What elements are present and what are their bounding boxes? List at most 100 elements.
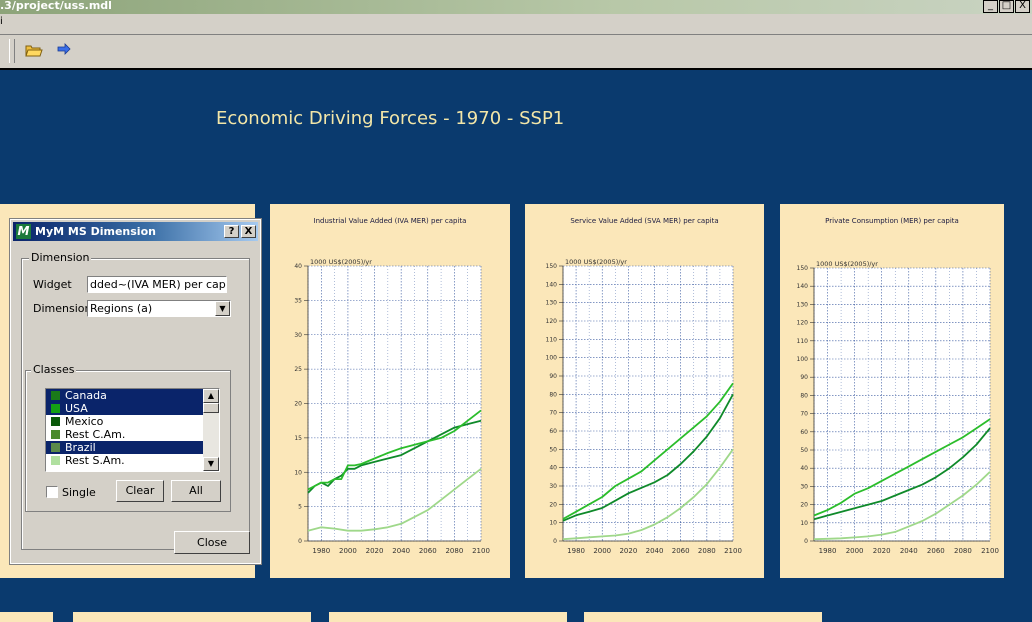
help-button[interactable]: ? <box>224 225 239 238</box>
dimension-select[interactable]: Regions (a) ▼ <box>87 300 231 317</box>
y-tick-label: 50 <box>800 447 808 454</box>
dimension-group-label: Dimension <box>29 251 92 264</box>
y-axis-label: 1000 US$(2005)/yr <box>816 260 878 268</box>
y-tick-label: 70 <box>800 411 808 418</box>
class-item[interactable]: Canada <box>46 389 219 402</box>
x-tick-label: 1980 <box>819 547 837 555</box>
chart-title: Industrial Value Added (IVA MER) per cap… <box>314 217 467 225</box>
y-tick-label: 90 <box>800 374 808 381</box>
maximize-button[interactable]: □ <box>999 0 1014 13</box>
chevron-down-icon[interactable]: ▼ <box>215 301 230 316</box>
class-item[interactable]: Rest C.Am. <box>46 428 219 441</box>
classes-group-label: Classes <box>31 363 77 376</box>
scroll-up-icon[interactable]: ▲ <box>203 389 219 403</box>
widget-label: Widget <box>33 278 72 291</box>
y-tick-label: 35 <box>294 297 302 304</box>
y-tick-label: 100 <box>546 355 558 362</box>
class-color-swatch <box>51 456 60 465</box>
chart-title: Private Consumption (MER) per capita <box>825 217 959 225</box>
chart-iva-svg: Industrial Value Added (IVA MER) per cap… <box>294 217 490 555</box>
x-tick-label: 2080 <box>445 547 463 555</box>
y-tick-label: 120 <box>546 318 558 325</box>
minimize-button[interactable]: _ <box>983 0 998 13</box>
clear-button[interactable]: Clear <box>116 480 164 502</box>
class-item[interactable]: Brazil <box>46 441 219 454</box>
class-color-swatch <box>51 430 60 439</box>
class-item[interactable]: Rest S.Am. <box>46 454 219 467</box>
x-tick-label: 1980 <box>567 547 585 555</box>
class-color-swatch <box>51 404 60 413</box>
dialog-title-bar[interactable]: M MyM MS Dimension ? X <box>13 222 258 241</box>
panel-stub-3 <box>329 612 567 622</box>
y-tick-label: 140 <box>797 283 809 290</box>
y-tick-label: 140 <box>546 281 558 288</box>
class-color-swatch <box>51 417 60 426</box>
dimension-dialog: M MyM MS Dimension ? X Dimension Widget … <box>9 218 262 565</box>
window-controls: _ □ X <box>983 0 1030 13</box>
class-color-swatch <box>51 391 60 400</box>
y-tick-label: 20 <box>549 501 557 508</box>
widget-field[interactable]: dded~(IVA MER) per capita <box>87 276 227 293</box>
y-tick-label: 40 <box>294 263 302 270</box>
x-tick-label: 2100 <box>472 547 490 555</box>
panel-stub-4 <box>584 612 822 622</box>
class-color-swatch <box>51 443 60 452</box>
y-tick-label: 25 <box>294 366 302 373</box>
dialog-close-x-button[interactable]: X <box>241 225 256 238</box>
y-axis-label: 1000 US$(2005)/yr <box>310 258 372 266</box>
y-tick-label: 40 <box>800 465 808 472</box>
chart-consumption-svg: Private Consumption (MER) per capita1000… <box>797 217 999 555</box>
x-tick-label: 2040 <box>646 547 664 555</box>
class-item[interactable]: Mexico <box>46 415 219 428</box>
y-tick-label: 80 <box>800 392 808 399</box>
panel-consumption: Private Consumption (MER) per capita 1000… <box>780 204 1004 578</box>
x-tick-label: 2040 <box>900 547 918 555</box>
class-item-label: Brazil <box>65 441 96 454</box>
panel-iva: Industrial Value Added (IVA MER) per cap… <box>270 204 510 578</box>
classes-scrollbar[interactable]: ▲ ▼ <box>203 389 219 471</box>
toolbar <box>0 35 1032 70</box>
class-item-label: Rest C.Am. <box>65 428 126 441</box>
classes-list[interactable]: Canada USA Mexico Rest C.Am. Brazil Rest S.Am… <box>45 388 220 472</box>
class-item[interactable]: USA <box>46 402 219 415</box>
x-tick-label: 2060 <box>927 547 945 555</box>
page-title: Economic Driving Forces - 1970 - SSP1 <box>216 108 565 129</box>
y-tick-label: 100 <box>797 356 809 363</box>
y-tick-label: 70 <box>549 410 557 417</box>
chart-title: Service Value Added (SVA MER) per capita <box>570 217 718 225</box>
close-window-button[interactable]: X <box>1015 0 1030 13</box>
dimension-label: Dimension <box>33 302 92 315</box>
dimension-select-value: Regions (a) <box>90 302 153 315</box>
panel-sva: Service Value Added (SVA MER) per capita… <box>525 204 764 578</box>
single-checkbox[interactable] <box>46 486 58 498</box>
toolbar-grip[interactable] <box>9 39 15 63</box>
x-tick-label: 2080 <box>954 547 972 555</box>
y-tick-label: 15 <box>294 435 302 442</box>
class-item-label: Mexico <box>65 415 104 428</box>
y-tick-label: 80 <box>549 391 557 398</box>
y-tick-label: 0 <box>553 538 557 545</box>
x-tick-label: 2060 <box>672 547 690 555</box>
y-tick-label: 50 <box>549 446 557 453</box>
y-tick-label: 30 <box>800 483 808 490</box>
menu-stub[interactable]: i <box>0 16 3 27</box>
all-button[interactable]: All <box>171 480 221 502</box>
x-tick-label: 2020 <box>873 547 891 555</box>
x-tick-label: 1980 <box>312 547 330 555</box>
y-tick-label: 120 <box>797 320 809 327</box>
x-tick-label: 2000 <box>339 547 357 555</box>
open-folder-icon[interactable] <box>25 42 43 60</box>
forward-arrow-icon[interactable] <box>55 42 73 60</box>
window-title: .3/project/uss.mdl <box>0 0 112 12</box>
x-tick-label: 2080 <box>698 547 716 555</box>
x-tick-label: 2040 <box>392 547 410 555</box>
y-tick-label: 10 <box>800 520 808 527</box>
close-button[interactable]: Close <box>174 531 250 554</box>
dialog-title: MyM MS Dimension <box>35 225 156 238</box>
scroll-thumb[interactable] <box>203 403 219 413</box>
y-tick-label: 0 <box>804 538 808 545</box>
y-tick-label: 5 <box>298 504 302 511</box>
y-tick-label: 130 <box>546 300 558 307</box>
y-tick-label: 60 <box>549 428 557 435</box>
scroll-down-icon[interactable]: ▼ <box>203 457 219 471</box>
